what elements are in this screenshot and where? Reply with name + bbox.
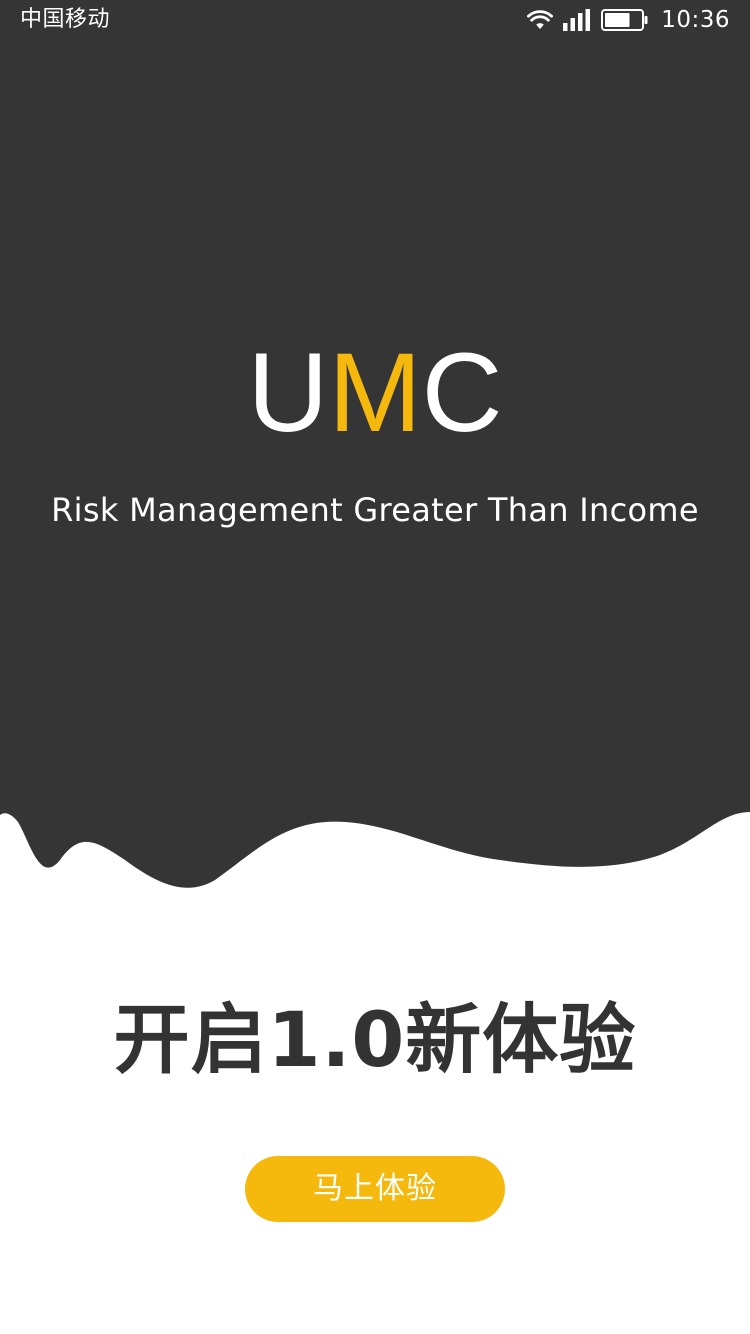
clock: 10:36 [661, 7, 730, 33]
brand-tagline: Risk Management Greater Than Income [51, 491, 699, 529]
page-headline: 开启1.0新体验 [113, 995, 637, 1084]
status-icons: 10:36 [527, 6, 730, 34]
battery-icon [601, 9, 649, 31]
carrier-label: 中国移动 [20, 7, 111, 32]
brand-logo: UMC [0, 328, 750, 458]
status-bar: 中国移动 10:36 [0, 0, 750, 40]
splash-screen: 中国移动 10:36 UMC Risk Management Greater T… [0, 0, 750, 1334]
signal-icon [563, 9, 591, 31]
brand-letter-c: C [421, 330, 503, 455]
brand-letter-m: M [328, 330, 422, 455]
battery-fill [605, 13, 630, 27]
wifi-icon [527, 10, 554, 30]
brand-letter-u: U [247, 330, 329, 455]
try-now-button[interactable]: 马上体验 [245, 1156, 505, 1222]
